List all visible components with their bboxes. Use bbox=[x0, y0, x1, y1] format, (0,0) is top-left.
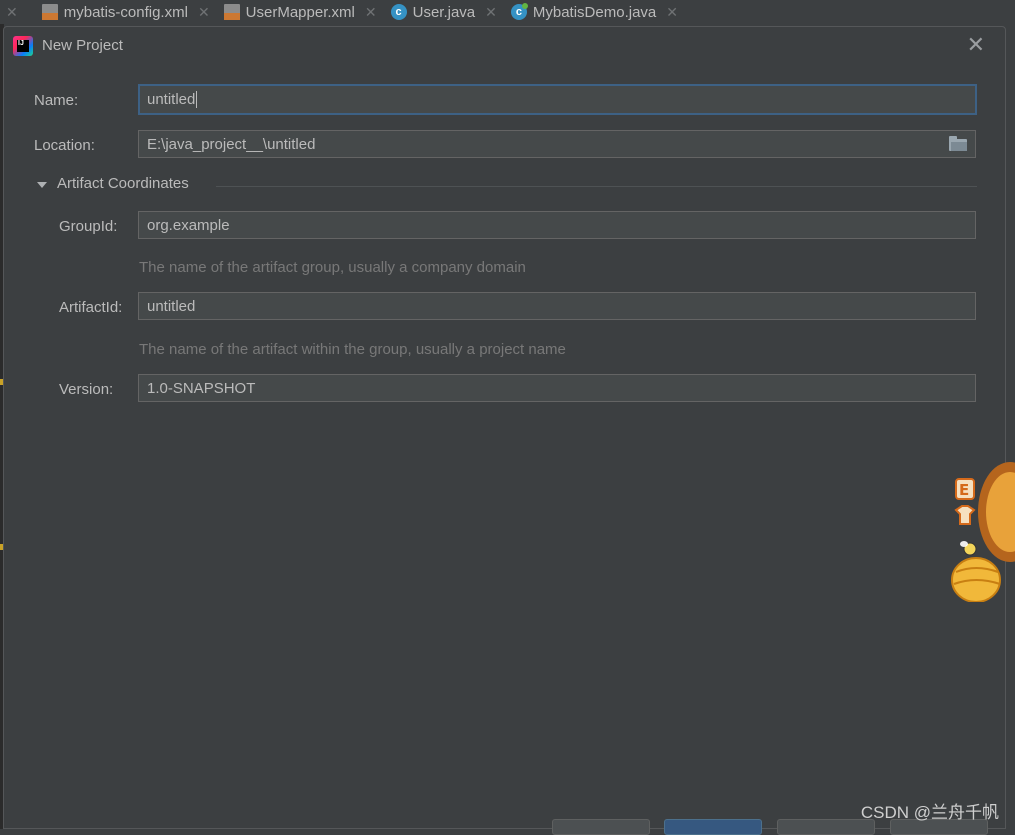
location-value: E:\java_project__\untitled bbox=[147, 135, 316, 153]
editor-tab-bar: ✕ mybatis-config.xml ✕ UserMapper.xml ✕ … bbox=[0, 0, 1015, 24]
name-label: Name: bbox=[34, 92, 79, 109]
new-project-dialog: IJ New Project ✕ Name: untitled Location… bbox=[3, 26, 1006, 829]
shirt-icon bbox=[954, 505, 976, 525]
mascot-sticker: E bbox=[951, 462, 1015, 602]
tab-label: MybatisDemo.java bbox=[532, 3, 657, 21]
java-class-icon: c bbox=[510, 3, 528, 20]
xml-file-icon bbox=[41, 4, 58, 20]
version-value: 1.0-SNAPSHOT bbox=[147, 379, 256, 397]
section-title: Artifact Coordinates bbox=[57, 175, 189, 192]
dialog-title: New Project bbox=[42, 37, 123, 54]
finish-button[interactable] bbox=[664, 819, 762, 835]
groupid-hint: The name of the artifact group, usually … bbox=[139, 259, 526, 276]
close-icon[interactable]: ✕ bbox=[485, 4, 497, 21]
artifactid-label: ArtifactId: bbox=[59, 299, 123, 316]
dialog-title-bar[interactable]: IJ New Project ✕ bbox=[4, 27, 1005, 65]
groupid-label: GroupId: bbox=[59, 218, 118, 235]
section-divider bbox=[216, 186, 977, 187]
artifactid-hint: The name of the artifact within the grou… bbox=[139, 341, 566, 358]
xml-file-icon bbox=[223, 4, 240, 20]
close-icon[interactable]: ✕ bbox=[6, 4, 18, 21]
tab-label: UserMapper.xml bbox=[245, 3, 355, 21]
java-class-icon: c bbox=[390, 4, 407, 20]
csdn-watermark: CSDN @兰舟千帆 bbox=[860, 803, 999, 822]
artifact-coordinates-toggle[interactable]: Artifact Coordinates bbox=[37, 175, 189, 192]
intellij-logo-icon: IJ bbox=[13, 36, 33, 56]
tab-user-java[interactable]: c User.java ✕ bbox=[385, 0, 505, 24]
name-input[interactable]: untitled bbox=[138, 84, 977, 115]
location-label: Location: bbox=[34, 137, 95, 154]
artifactid-input[interactable]: untitled bbox=[138, 292, 976, 320]
tab-mybatisdemo-java[interactable]: c MybatisDemo.java ✕ bbox=[505, 0, 686, 24]
text-cursor bbox=[196, 91, 198, 108]
tab-mybatis-config[interactable]: mybatis-config.xml ✕ bbox=[36, 0, 218, 24]
browse-folder-icon[interactable] bbox=[949, 136, 967, 151]
svg-text:E: E bbox=[959, 481, 969, 499]
artifactid-value: untitled bbox=[147, 297, 196, 315]
location-input[interactable]: E:\java_project__\untitled bbox=[138, 130, 976, 158]
groupid-value: org.example bbox=[147, 216, 230, 234]
close-icon[interactable]: ✕ bbox=[198, 4, 210, 21]
name-value: untitled bbox=[147, 91, 196, 108]
tab-label: User.java bbox=[412, 3, 476, 21]
tab-label: mybatis-config.xml bbox=[63, 3, 188, 21]
close-button[interactable]: ✕ bbox=[967, 34, 985, 56]
version-label: Version: bbox=[59, 381, 114, 398]
version-input[interactable]: 1.0-SNAPSHOT bbox=[138, 374, 976, 402]
groupid-input[interactable]: org.example bbox=[138, 211, 976, 239]
tab-usermapper[interactable]: UserMapper.xml ✕ bbox=[218, 0, 385, 24]
close-icon[interactable]: ✕ bbox=[666, 4, 678, 21]
previous-button[interactable] bbox=[552, 819, 650, 835]
close-icon[interactable]: ✕ bbox=[365, 4, 377, 21]
expand-triangle-icon bbox=[37, 181, 47, 188]
